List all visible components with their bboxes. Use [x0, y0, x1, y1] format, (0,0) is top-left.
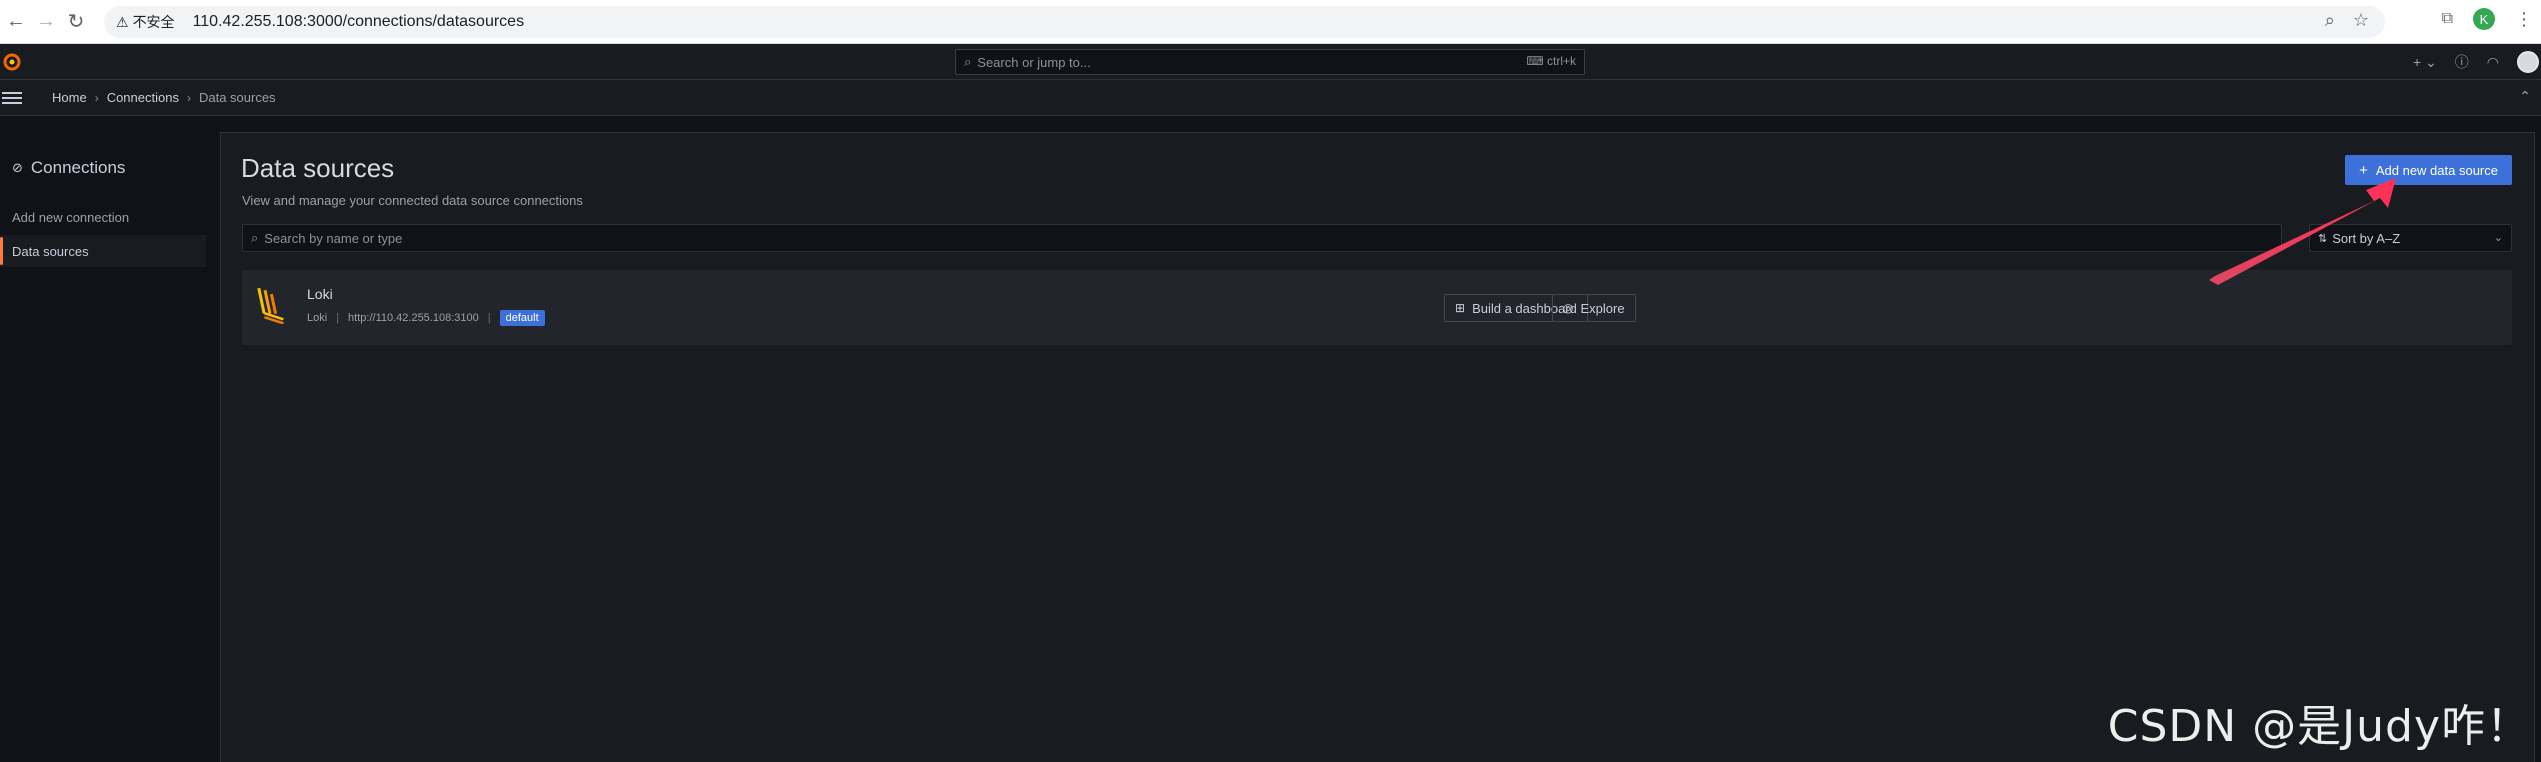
datasource-type: Loki — [307, 312, 328, 324]
profile-avatar[interactable]: K — [2473, 8, 2495, 30]
sidebar-item-data-sources[interactable]: Data sources — [0, 235, 206, 267]
meta-divider: | — [487, 312, 491, 324]
forward-icon[interactable]: → — [32, 8, 60, 36]
main-content: Data sources View and manage your connec… — [220, 132, 2535, 762]
bookmark-star-icon[interactable]: ☆ — [2353, 10, 2369, 31]
breadcrumb-connections[interactable]: Connections — [107, 90, 179, 105]
global-search-input[interactable]: ⌕ Search or jump to... ⌨ ctrl+k — [955, 49, 1585, 75]
extensions-icon[interactable]: ⧉ — [2442, 10, 2453, 28]
search-icon: ⌕ — [964, 54, 972, 69]
reload-icon[interactable]: ↻ — [62, 8, 90, 36]
sort-icon: ⇅ — [2318, 232, 2328, 245]
loki-logo-icon — [257, 287, 284, 324]
address-bar[interactable]: ⚠ 不安全 110.42.255.108:3000/connections/da… — [104, 6, 2385, 38]
security-indicator[interactable]: ⚠ 不安全 — [116, 12, 187, 32]
help-icon[interactable]: ⓘ — [2455, 52, 2469, 72]
new-menu-button[interactable]: + ⌄ — [2413, 54, 2437, 71]
sort-select[interactable]: ⇅ Sort by A–Z ⌄ — [2309, 224, 2512, 252]
breadcrumb-current: Data sources — [198, 90, 276, 105]
datasource-meta: Loki | http://110.42.255.108:3100 | defa… — [307, 310, 545, 326]
sidebar-item-add-new-connection[interactable]: Add new connection — [0, 201, 206, 233]
back-icon[interactable]: ← — [2, 8, 30, 36]
grafana-topbar: ⌕ Search or jump to... ⌨ ctrl+k + ⌄ ⓘ ◠ — [0, 44, 2541, 80]
grafana-logo-icon[interactable] — [2, 52, 22, 72]
news-rss-icon[interactable]: ◠ — [2487, 54, 2499, 71]
dashboard-grid-icon: ⊞ — [1455, 301, 1466, 315]
zoom-icon[interactable]: ⌕ — [2325, 10, 2335, 31]
datasource-name[interactable]: Loki — [307, 286, 333, 302]
sidebar-title: ⊘ Connections — [12, 158, 126, 177]
warning-icon: ⚠ — [116, 13, 129, 30]
breadcrumb-home[interactable]: Home — [52, 90, 87, 105]
plus-icon: + — [2359, 161, 2368, 179]
connections-icon: ⊘ — [12, 160, 23, 175]
menu-toggle-icon[interactable] — [2, 89, 22, 107]
browser-menu-icon[interactable]: ⋮ — [2515, 9, 2533, 30]
datasource-url: http://110.42.255.108:3100 — [348, 312, 479, 324]
sidebar: ⊘ Connections Add new connection Data so… — [0, 132, 208, 762]
collapse-header-icon[interactable]: ⌃ — [2519, 88, 2531, 105]
breadcrumb-bar: Home › Connections › Data sources ⌃ — [0, 80, 2541, 116]
breadcrumb-separator-icon: › — [94, 90, 99, 105]
search-icon: ⌕ — [251, 230, 259, 245]
datasource-card[interactable]: Loki Loki | http://110.42.255.108:3100 |… — [242, 270, 2512, 345]
browser-toolbar: ← → ↻ ⚠ 不安全 110.42.255.108:3000/connecti… — [0, 0, 2541, 44]
user-avatar[interactable] — [2517, 51, 2539, 73]
add-new-data-source-button[interactable]: + Add new data source — [2345, 155, 2512, 185]
url-text: 110.42.255.108:3000/connections/datasour… — [192, 13, 525, 30]
chevron-down-icon: ⌄ — [2493, 232, 2503, 244]
meta-divider: | — [336, 312, 340, 324]
keyboard-shortcut-hint: ⌨ ctrl+k — [1526, 54, 1576, 68]
default-badge: default — [499, 310, 545, 326]
page-title: Data sources — [241, 153, 395, 183]
page-subtitle: View and manage your connected data sour… — [242, 193, 583, 208]
explore-button[interactable]: ◎ Explore — [1552, 294, 1636, 322]
breadcrumb-separator-icon: › — [186, 90, 191, 105]
datasource-search-input[interactable]: ⌕ Search by name or type — [242, 224, 2282, 252]
watermark-text: CSDN @是Judy咋！ — [2107, 701, 2531, 752]
compass-icon: ◎ — [1563, 301, 1574, 315]
